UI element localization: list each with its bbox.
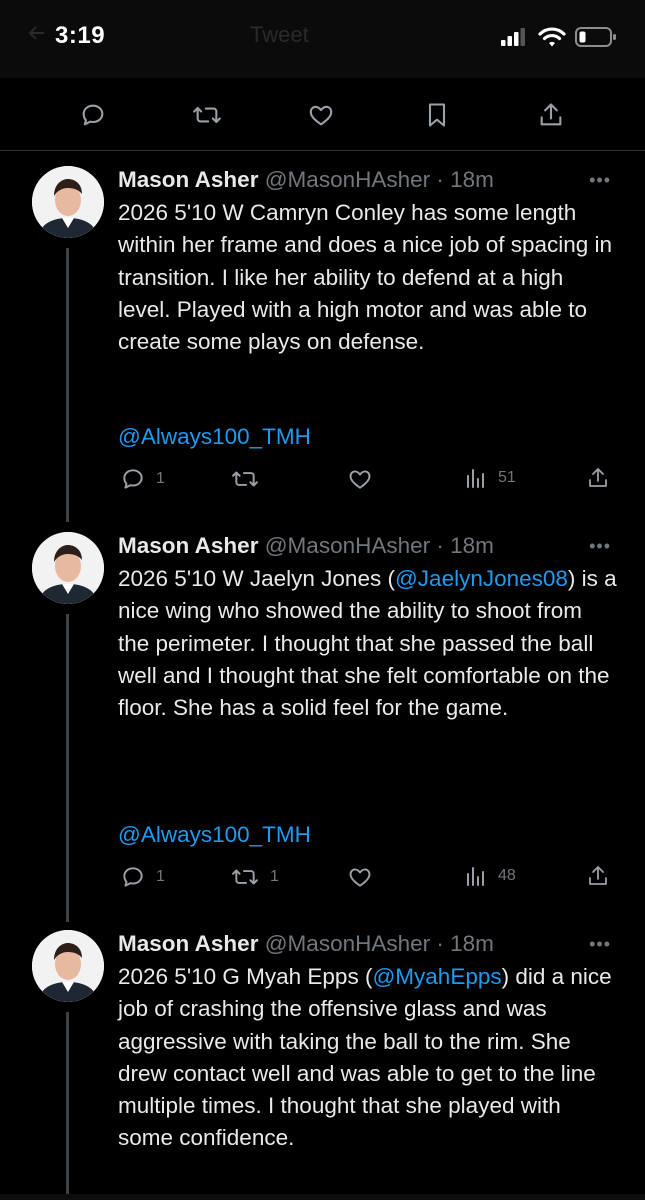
reply-count: 1 [156, 470, 165, 487]
tweet-action-bar [0, 95, 645, 140]
divider [0, 150, 645, 151]
avatar-portrait-icon [32, 930, 104, 1002]
tweet-header: Mason Asher @MasonHAsher · 18m [118, 532, 494, 560]
author-handle[interactable]: @MasonHAsher [265, 167, 430, 192]
status-bar: 3:19 Tweet [0, 0, 645, 78]
tweet-text-content: 2026 5'10 W Jaelyn Jones ( [118, 566, 395, 591]
avatar[interactable] [32, 532, 104, 604]
author-handle[interactable]: @MasonHAsher [265, 533, 430, 558]
share-button[interactable] [531, 95, 571, 135]
avatar[interactable] [32, 930, 104, 1002]
views-count: 51 [498, 469, 516, 486]
timestamp[interactable]: · 18m [436, 533, 494, 558]
reply-button[interactable]: 1 [120, 466, 165, 492]
cellular-signal-icon [501, 28, 525, 46]
battery-icon [575, 27, 616, 47]
reply-icon [123, 867, 143, 887]
reply-button[interactable]: 1 [120, 864, 165, 890]
tweet-text: 2026 5'10 W Jaelyn Jones (@JaelynJones08… [118, 563, 618, 724]
like-button[interactable] [347, 466, 383, 492]
views-bar-chart-icon [467, 867, 484, 886]
retweet-button[interactable]: 1 [230, 864, 279, 890]
status-time: 3:19 [55, 22, 106, 49]
tweet-text-content: ) did a nice job of crashing the offensi… [118, 964, 612, 1151]
tweet-header: Mason Asher @MasonHAsher · 18m [118, 930, 494, 958]
reply-button[interactable] [73, 95, 113, 135]
more-options-icon[interactable]: ••• [589, 170, 611, 191]
views-count: 48 [498, 867, 516, 884]
bookmark-button[interactable] [417, 95, 457, 135]
mention-link[interactable]: @Always100_TMH [118, 822, 311, 848]
bookmark-icon [428, 103, 446, 127]
share-button[interactable] [586, 466, 610, 490]
share-icon [540, 103, 562, 126]
tweet-actions: 1 1 48 [0, 864, 645, 894]
retweet-icon [232, 869, 258, 885]
reply-count: 1 [156, 868, 165, 885]
mention-link[interactable]: @JaelynJones08 [395, 566, 568, 591]
avatar-portrait-icon [32, 532, 104, 604]
more-options-icon[interactable]: ••• [589, 934, 611, 955]
share-button[interactable] [586, 864, 610, 888]
reply-icon [123, 469, 143, 489]
views-button[interactable]: 51 [464, 466, 516, 490]
tweet-text-content: 2026 5'10 G Myah Epps ( [118, 964, 373, 989]
page-title: Tweet [250, 22, 309, 47]
like-icon [309, 105, 333, 126]
views-bar-chart-icon [467, 469, 484, 488]
more-options-icon[interactable]: ••• [589, 536, 611, 557]
reply-icon [82, 104, 104, 126]
wifi-icon [538, 27, 566, 47]
status-icons [501, 26, 617, 48]
like-icon [349, 470, 371, 489]
retweet-icon [193, 106, 221, 124]
author-handle[interactable]: @MasonHAsher [265, 931, 430, 956]
retweet-button[interactable] [230, 466, 270, 492]
tweet-text: 2026 5'10 W Camryn Conley has some lengt… [118, 197, 618, 358]
tweet-text: 2026 5'10 G Myah Epps (@MyahEpps) did a … [118, 961, 618, 1155]
like-button[interactable] [301, 95, 341, 135]
retweet-button[interactable] [187, 95, 227, 135]
avatar[interactable] [32, 166, 104, 238]
share-icon [589, 468, 607, 487]
timestamp[interactable]: · 18m [436, 931, 494, 956]
views-button[interactable]: 48 [464, 864, 516, 888]
thread-line [66, 1012, 69, 1200]
bottom-edge [0, 1194, 645, 1200]
share-icon [589, 866, 607, 885]
tweet-header: Mason Asher @MasonHAsher · 18m [118, 166, 494, 194]
author-name[interactable]: Mason Asher [118, 931, 258, 956]
retweet-count: 1 [270, 868, 279, 885]
retweet-icon [232, 471, 258, 487]
like-button[interactable] [347, 864, 383, 890]
mention-link[interactable]: @MyahEpps [372, 964, 501, 989]
tweet-actions: 1 51 [0, 466, 645, 496]
back-arrow-icon[interactable] [28, 24, 46, 42]
tweet-text-content: 2026 5'10 W Camryn Conley has some lengt… [118, 200, 613, 355]
author-name[interactable]: Mason Asher [118, 533, 258, 558]
mention-link[interactable]: @Always100_TMH [118, 424, 311, 450]
avatar-portrait-icon [32, 166, 104, 238]
like-icon [349, 868, 371, 887]
timestamp[interactable]: · 18m [436, 167, 494, 192]
author-name[interactable]: Mason Asher [118, 167, 258, 192]
